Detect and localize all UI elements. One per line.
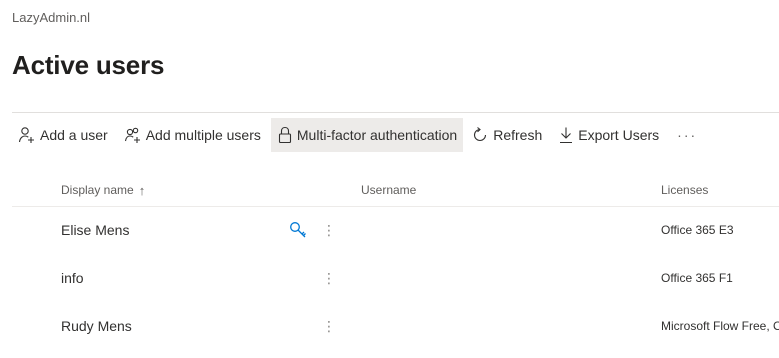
download-icon <box>560 127 573 144</box>
refresh-label: Refresh <box>493 127 543 143</box>
toolbar: Add a user Add multiple users Multi-fact… <box>12 118 705 152</box>
row-more-actions-button[interactable]: ⋮ <box>322 220 336 240</box>
lock-icon <box>278 126 291 144</box>
table-row[interactable]: Elise Mens ⋮ Office 365 E3 <box>0 208 779 256</box>
column-header-licenses[interactable]: Licenses <box>661 176 708 204</box>
header-divider <box>12 206 779 207</box>
user-display-name[interactable]: Elise Mens <box>61 222 129 238</box>
person-add-icon <box>18 127 34 143</box>
refresh-button[interactable]: Refresh <box>465 118 548 152</box>
row-more-actions-button[interactable]: ⋮ <box>322 268 336 288</box>
active-users-page: LazyAdmin.nl Active users Add a user Add… <box>0 0 779 358</box>
key-icon[interactable] <box>288 220 308 245</box>
add-multiple-users-label: Add multiple users <box>145 127 261 143</box>
sort-ascending-icon: ↑ <box>138 182 146 198</box>
user-licenses: Office 365 E3 <box>661 223 734 237</box>
more-actions-button[interactable]: ··· <box>669 118 705 152</box>
add-user-label: Add a user <box>40 127 108 143</box>
export-users-button[interactable]: Export Users <box>552 118 665 152</box>
column-header-username[interactable]: Username <box>361 176 416 204</box>
column-header-display-name-label: Display name <box>61 183 134 197</box>
table-row[interactable]: Rudy Mens ⋮ Microsoft Flow Free, Off <box>0 304 779 352</box>
row-more-actions-button[interactable]: ⋮ <box>322 316 336 336</box>
table-row[interactable]: info ⋮ Office 365 F1 <box>0 256 779 304</box>
user-display-name[interactable]: Rudy Mens <box>61 318 132 334</box>
export-users-label: Export Users <box>578 127 660 143</box>
people-add-icon <box>124 127 140 143</box>
org-name: LazyAdmin.nl <box>12 10 91 25</box>
add-multiple-users-button[interactable]: Add multiple users <box>118 118 267 152</box>
user-licenses: Office 365 F1 <box>661 271 733 285</box>
mfa-button[interactable]: Multi-factor authentication <box>270 118 464 152</box>
page-title: Active users <box>12 50 165 80</box>
divider <box>12 112 779 113</box>
user-licenses: Microsoft Flow Free, Off <box>661 319 779 333</box>
refresh-icon <box>474 127 487 142</box>
user-display-name[interactable]: info <box>61 270 84 286</box>
column-header-display-name[interactable]: Display name ↑ <box>61 176 145 204</box>
add-user-button[interactable]: Add a user <box>12 118 114 152</box>
mfa-label: Multi-factor authentication <box>296 127 458 143</box>
